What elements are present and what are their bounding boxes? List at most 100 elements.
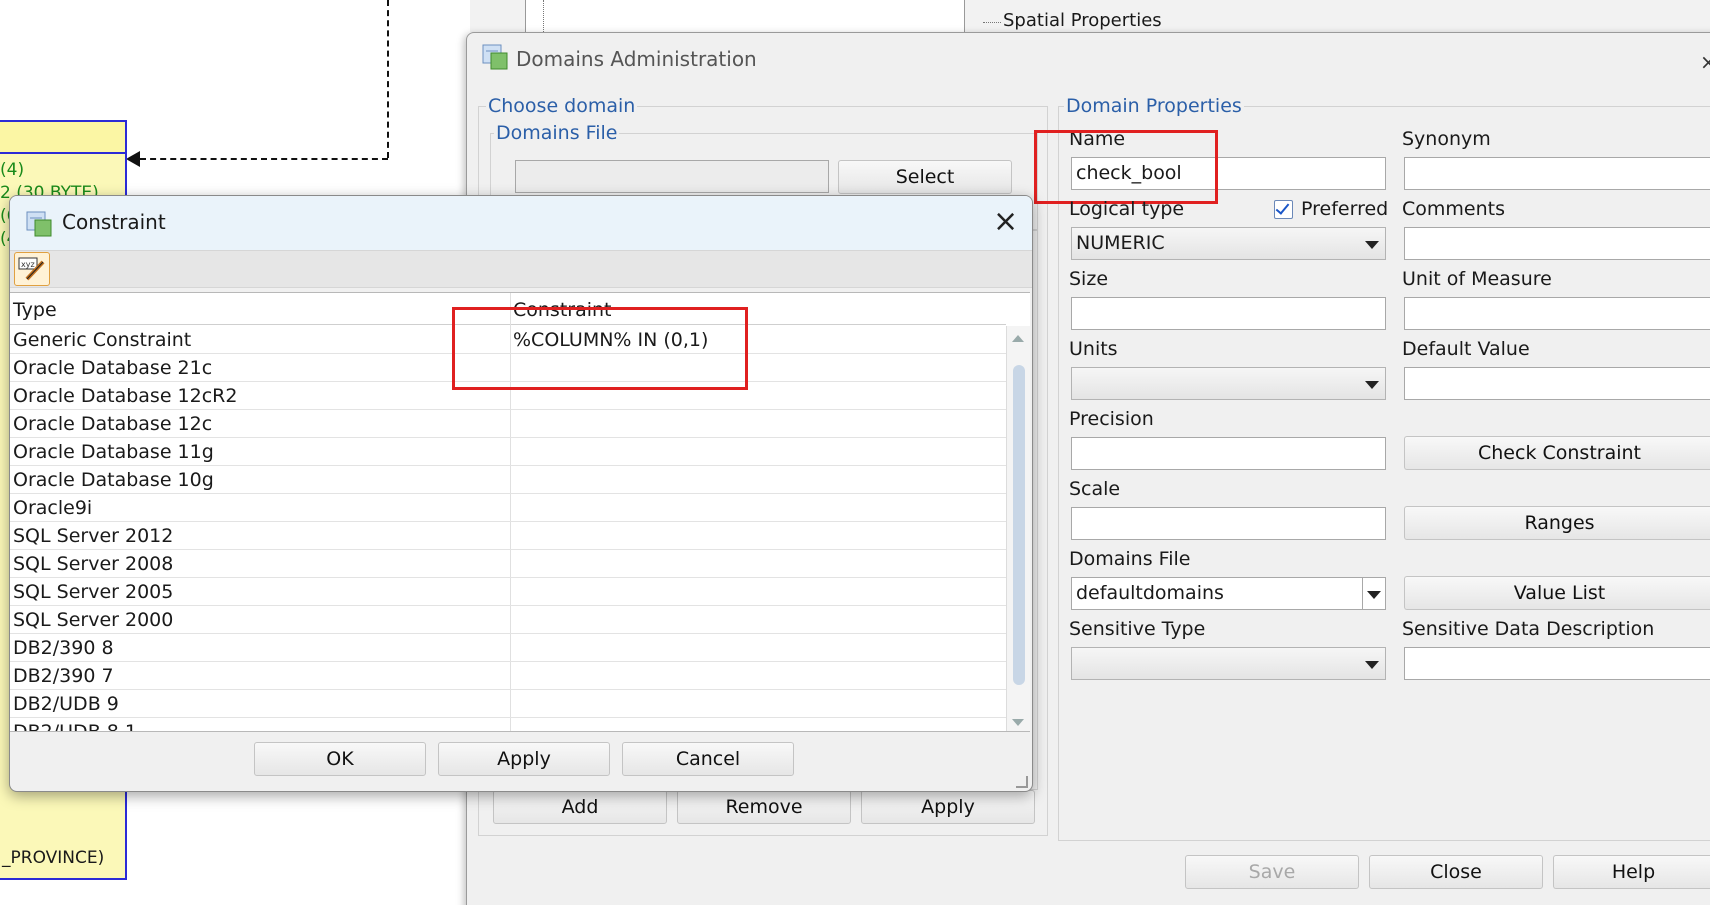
cancel-button[interactable]: Cancel [622,742,794,776]
tree-item-spatial-properties[interactable]: Spatial Properties [1003,10,1162,31]
cell-type: Oracle Database 10g [13,469,214,491]
choose-domain-label: Choose domain [486,95,638,117]
sensitive-type-label: Sensitive Type [1069,618,1206,640]
apply-button[interactable]: Apply [861,790,1035,824]
relation-arrow-icon [126,151,140,167]
chevron-down-icon [1365,381,1379,389]
highlight-box [1034,130,1218,204]
cell-type: Oracle9i [13,497,93,519]
tree-connector [543,0,544,32]
domain-properties-label: Domain Properties [1064,95,1244,117]
table-row[interactable]: SQL Server 2008 [10,550,1006,578]
domains-file-label: Domains File [1069,548,1191,570]
cell-constraint[interactable] [510,494,1006,522]
unit-of-measure-label: Unit of Measure [1402,268,1552,290]
precision-field[interactable] [1071,437,1386,470]
edit-constraint-button[interactable]: xyz [14,252,50,286]
scale-field[interactable] [1071,507,1386,540]
select-button[interactable]: Select [838,160,1012,194]
units-select[interactable] [1071,367,1386,400]
comments-field[interactable] [1404,227,1710,260]
cell-constraint[interactable] [510,718,1006,731]
logical-type-select[interactable]: NUMERIC [1071,227,1386,260]
apply-button[interactable]: Apply [438,742,610,776]
cell-constraint[interactable] [510,522,1006,550]
entity-header [0,120,127,154]
add-button[interactable]: Add [493,790,667,824]
check-constraint-button[interactable]: Check Constraint [1404,436,1710,470]
table-row[interactable]: DB2/390 8 [10,634,1006,662]
cell-constraint[interactable] [510,662,1006,690]
table-row[interactable]: DB2/390 7 [10,662,1006,690]
cell-type: DB2/390 7 [13,665,114,687]
cell-type: DB2/UDB 9 [13,693,119,715]
size-field[interactable] [1071,297,1386,330]
table-row[interactable]: DB2/UDB 8.1 [10,718,1006,731]
default-value-field[interactable] [1404,367,1710,400]
logical-type-value: NUMERIC [1076,232,1165,254]
domains-file-combo[interactable]: defaultdomains [1071,577,1363,610]
scroll-down-icon[interactable] [1012,719,1024,726]
scroll-up-icon[interactable] [1012,335,1024,342]
column-header-type[interactable]: Type [10,293,510,325]
domains-file-path-field[interactable] [515,160,829,193]
svg-text:xyz: xyz [21,260,35,269]
precision-label: Precision [1069,408,1154,430]
remove-button[interactable]: Remove [677,790,851,824]
cell-type: Oracle Database 12c [13,413,213,435]
cell-type: Oracle Database 11g [13,441,214,463]
cell-type: DB2/390 8 [13,637,114,659]
scale-label: Scale [1069,478,1121,500]
table-row[interactable]: Oracle Database 12c [10,410,1006,438]
help-button[interactable]: Help [1553,855,1710,889]
domains-file-dropdown[interactable] [1362,577,1386,610]
table-row[interactable]: Oracle Database 10g [10,466,1006,494]
sensitive-type-select[interactable] [1071,647,1386,680]
table-row[interactable]: Oracle Database 11g [10,438,1006,466]
synonym-field[interactable] [1404,157,1710,190]
sensitive-desc-label: Sensitive Data Description [1402,618,1655,640]
highlight-box [452,307,748,390]
close-icon[interactable]: × [1700,50,1710,74]
cell-type: SQL Server 2008 [13,553,174,575]
scrollbar-thumb[interactable] [1013,365,1025,685]
chevron-down-icon [1365,241,1379,249]
cell-type: SQL Server 2000 [13,609,174,631]
close-icon[interactable]: × [993,204,1018,240]
cell-type: SQL Server 2005 [13,581,174,603]
cell-type: Generic Constraint [13,329,192,351]
entity-column: _PROVINCE) [2,848,105,868]
window-title: Domains Administration [516,47,757,71]
table-row[interactable]: SQL Server 2005 [10,578,1006,606]
table-row[interactable]: DB2/UDB 9 [10,690,1006,718]
default-value-label: Default Value [1402,338,1530,360]
cell-constraint[interactable] [510,578,1006,606]
dialog-title: Constraint [62,210,166,234]
cell-type: Oracle Database 12cR2 [13,385,238,407]
sensitive-desc-field[interactable] [1404,647,1710,680]
checkmark-icon [1275,200,1290,215]
cell-constraint[interactable] [510,606,1006,634]
table-row[interactable]: SQL Server 2000 [10,606,1006,634]
chevron-down-icon [1367,591,1381,599]
cell-type: SQL Server 2012 [13,525,174,547]
cell-constraint[interactable] [510,634,1006,662]
table-row[interactable]: SQL Server 2012 [10,522,1006,550]
cell-constraint[interactable] [510,410,1006,438]
value-list-button[interactable]: Value List [1404,576,1710,610]
preferred-checkbox[interactable] [1274,200,1293,219]
resize-grip-icon[interactable] [1016,776,1028,788]
table-row[interactable]: Oracle9i [10,494,1006,522]
cell-constraint[interactable] [510,690,1006,718]
unit-of-measure-field[interactable] [1404,297,1710,330]
comments-label: Comments [1402,198,1505,220]
cell-constraint[interactable] [510,550,1006,578]
entity-column: (4) [0,160,25,180]
close-button[interactable]: Close [1369,855,1543,889]
ranges-button[interactable]: Ranges [1404,506,1710,540]
save-button[interactable]: Save [1185,855,1359,889]
relation-line [387,0,389,158]
ok-button[interactable]: OK [254,742,426,776]
cell-constraint[interactable] [510,438,1006,466]
cell-constraint[interactable] [510,466,1006,494]
